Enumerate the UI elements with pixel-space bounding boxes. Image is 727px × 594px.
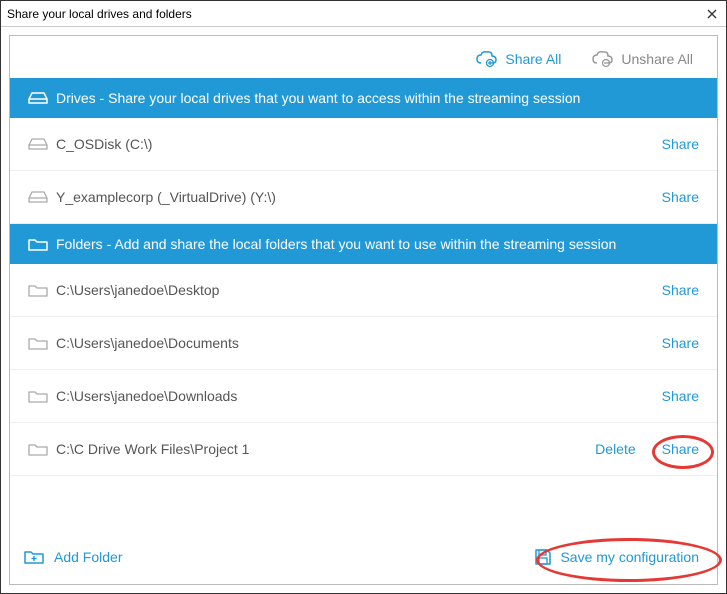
close-button[interactable] — [704, 6, 720, 22]
drives-header-text: Drives - Share your local drives that yo… — [56, 90, 580, 106]
cloud-share-icon — [475, 50, 497, 68]
content-area: Share All Unshare All Drives - Share you… — [1, 27, 726, 593]
share-button[interactable]: Share — [662, 441, 699, 457]
folder-icon — [28, 336, 56, 351]
folder-icon — [28, 283, 56, 298]
folder-label: C:\Users\janedoe\Desktop — [56, 282, 662, 298]
folder-row: C:\Users\janedoe\Downloads Share — [10, 370, 717, 423]
drive-row: Y_examplecorp (_VirtualDrive) (Y:\) Shar… — [10, 171, 717, 224]
unshare-all-button[interactable]: Unshare All — [591, 50, 693, 68]
folder-icon — [28, 237, 56, 252]
drive-label: C_OSDisk (C:\) — [56, 136, 662, 152]
close-icon — [707, 9, 717, 19]
folder-row: C:\Users\janedoe\Desktop Share — [10, 264, 717, 317]
drives-section-header: Drives - Share your local drives that yo… — [10, 78, 717, 118]
drive-label: Y_examplecorp (_VirtualDrive) (Y:\) — [56, 189, 662, 205]
share-button[interactable]: Share — [662, 335, 699, 351]
share-button[interactable]: Share — [662, 189, 699, 205]
drive-row: C_OSDisk (C:\) Share — [10, 118, 717, 171]
save-label: Save my configuration — [560, 549, 699, 565]
drive-icon — [28, 190, 56, 204]
share-all-button[interactable]: Share All — [475, 50, 561, 68]
folders-section-header: Folders - Add and share the local folder… — [10, 224, 717, 264]
drive-icon — [28, 137, 56, 151]
share-button[interactable]: Share — [662, 388, 699, 404]
window-title: Share your local drives and folders — [7, 7, 704, 21]
top-actions: Share All Unshare All — [10, 36, 717, 78]
folder-row: C:\Users\janedoe\Documents Share — [10, 317, 717, 370]
add-folder-label: Add Folder — [54, 549, 122, 565]
add-folder-button[interactable]: Add Folder — [24, 549, 122, 565]
add-folder-icon — [24, 549, 44, 565]
save-icon — [534, 548, 552, 566]
share-all-label: Share All — [505, 51, 561, 67]
dialog-window: Share your local drives and folders Shar… — [0, 0, 727, 594]
drive-icon — [28, 91, 56, 105]
share-button[interactable]: Share — [662, 282, 699, 298]
folders-header-text: Folders - Add and share the local folder… — [56, 236, 616, 252]
folder-icon — [28, 442, 56, 457]
share-button[interactable]: Share — [662, 136, 699, 152]
save-configuration-button[interactable]: Save my configuration — [534, 548, 699, 566]
delete-button[interactable]: Delete — [595, 441, 635, 457]
unshare-all-label: Unshare All — [621, 51, 693, 67]
cloud-unshare-icon — [591, 50, 613, 68]
folder-label: C:\C Drive Work Files\Project 1 — [56, 441, 595, 457]
folder-row: C:\C Drive Work Files\Project 1 Delete S… — [10, 423, 717, 476]
folder-label: C:\Users\janedoe\Downloads — [56, 388, 662, 404]
footer: Add Folder Save my configuration — [10, 530, 717, 584]
inner-panel: Share All Unshare All Drives - Share you… — [9, 35, 718, 585]
folder-label: C:\Users\janedoe\Documents — [56, 335, 662, 351]
titlebar: Share your local drives and folders — [1, 1, 726, 27]
folder-icon — [28, 389, 56, 404]
